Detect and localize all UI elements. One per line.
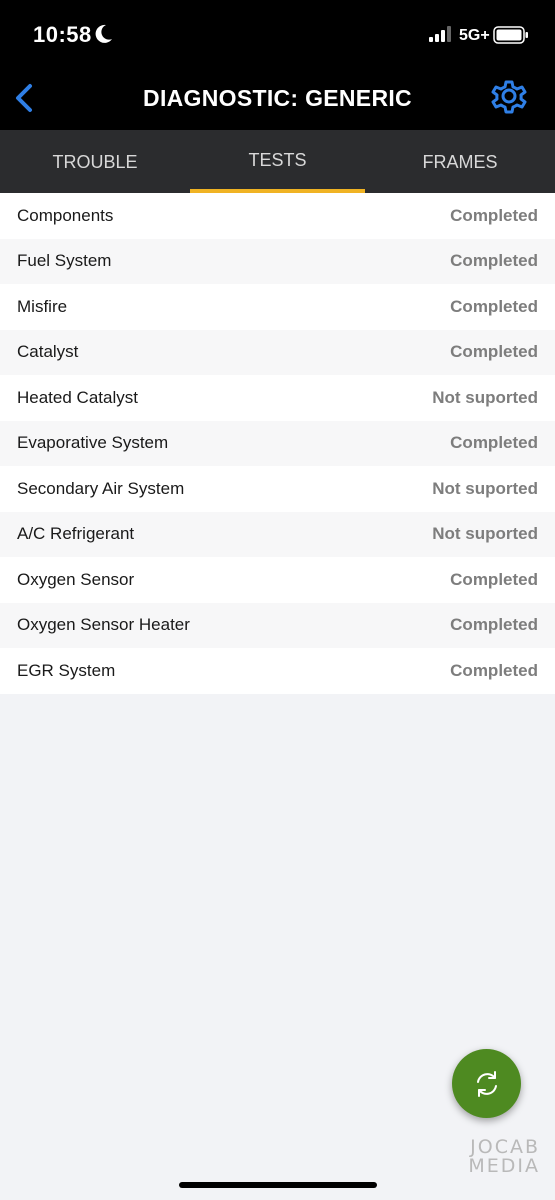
test-name: Components: [17, 205, 114, 225]
test-status: Completed: [450, 296, 538, 316]
test-name: Secondary Air System: [17, 478, 185, 498]
list-item: Oxygen Sensor Completed: [0, 557, 555, 603]
battery-icon: [493, 26, 528, 44]
test-status: Completed: [450, 342, 538, 362]
gear-icon[interactable]: [485, 73, 533, 121]
test-name: Heated Catalyst: [17, 387, 138, 407]
tab-bar: TROUBLE TESTS FRAMES: [0, 130, 555, 193]
signal-icon: [429, 26, 451, 42]
test-name: Oxygen Sensor: [17, 569, 135, 589]
test-name: Evaporative System: [17, 433, 169, 453]
tests-list: Components Completed Fuel System Complet…: [0, 193, 555, 694]
tab-frames[interactable]: FRAMES: [365, 130, 555, 193]
test-status: Completed: [450, 251, 538, 271]
watermark-line2: MEDIA: [468, 1155, 540, 1177]
test-name: Oxygen Sensor Heater: [17, 615, 190, 635]
test-status: Completed: [450, 660, 538, 680]
list-item: A/C Refrigerant Not suported: [0, 511, 555, 557]
test-name: Fuel System: [17, 251, 112, 271]
list-item: EGR System Completed: [0, 648, 555, 694]
status-bar: 10:58 5G+: [0, 0, 555, 65]
list-item: Secondary Air System Not suported: [0, 466, 555, 512]
tab-trouble[interactable]: TROUBLE: [0, 130, 190, 193]
list-item: Components Completed: [0, 193, 555, 239]
test-status: Not suported: [432, 387, 538, 407]
status-time: 10:58: [33, 22, 92, 47]
test-name: EGR System: [17, 660, 116, 680]
list-item: Heated Catalyst Not suported: [0, 375, 555, 421]
test-status: Completed: [450, 433, 538, 453]
watermark-logo: JOCAB MEDIA: [456, 1138, 540, 1176]
refresh-button[interactable]: [452, 1049, 521, 1118]
home-indicator: [179, 1182, 377, 1188]
moon-icon: [95, 24, 112, 43]
list-item: Misfire Completed: [0, 284, 555, 330]
test-status: Completed: [450, 569, 538, 589]
list-item: Oxygen Sensor Heater Completed: [0, 602, 555, 648]
test-status: Completed: [450, 205, 538, 225]
nav-bar: DIAGNOSTIC: GENERIC: [0, 65, 555, 130]
test-status: Not suported: [432, 478, 538, 498]
test-status: Completed: [450, 615, 538, 635]
refresh-icon: [476, 1070, 497, 1097]
list-item: Fuel System Completed: [0, 238, 555, 284]
test-name: Misfire: [17, 296, 68, 316]
test-status: Not suported: [432, 524, 538, 544]
network-type: 5G+: [459, 27, 490, 44]
test-name: A/C Refrigerant: [17, 524, 135, 544]
list-item: Evaporative System Completed: [0, 420, 555, 466]
list-item: Catalyst Completed: [0, 329, 555, 375]
test-name: Catalyst: [17, 342, 79, 362]
tab-tests[interactable]: TESTS: [190, 130, 365, 193]
page-title: DIAGNOSTIC: GENERIC: [143, 85, 412, 111]
